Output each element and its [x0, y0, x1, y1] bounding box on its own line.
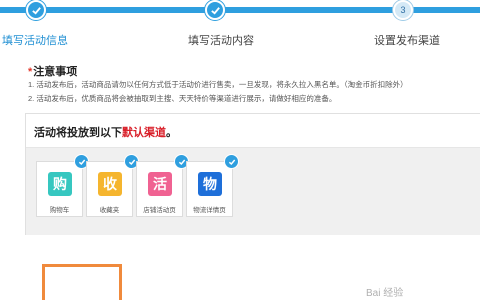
shop-activity-icon: 活: [148, 172, 172, 196]
notes-title-text: 注意事项: [33, 66, 78, 78]
highlight-annotation-box: [42, 264, 122, 300]
note-line-1: 1. 活动发布后，活动商品请勿以任何方式低于活动价进行售卖，一旦发现，将永久拉入…: [28, 80, 408, 89]
channels-title-suffix: 。: [166, 127, 177, 139]
step-3-number: 3: [393, 0, 413, 20]
step-2-label[interactable]: 填写活动内容: [188, 32, 254, 48]
channels-panel: 活动将投放到以下默认渠道。 购 购物车 收 收藏夹 活 店铺活动页 物 物流详情…: [25, 113, 480, 235]
selected-check-icon[interactable]: [224, 154, 239, 169]
publish-channel-page: 3 填写活动信息 填写活动内容 设置发布渠道 *注意事项 1. 活动发布后，活动…: [0, 0, 480, 300]
channel-card-label: 收藏夹: [99, 207, 120, 214]
channels-title-highlight: 默认渠道: [122, 127, 166, 139]
baidu-watermark: Bai 经验: [366, 288, 404, 299]
notes-title: *注意事项: [28, 63, 77, 79]
logistics-detail-icon: 物: [198, 172, 222, 196]
channel-card-logistics[interactable]: 物 物流详情页: [186, 154, 239, 217]
channels-title: 活动将投放到以下默认渠道。: [34, 124, 177, 140]
channels-panel-header: 活动将投放到以下默认渠道。: [26, 114, 480, 148]
channel-card-label: 购物车: [49, 207, 70, 214]
channel-card-cart[interactable]: 购 购物车: [36, 154, 89, 217]
note-line-2: 2. 活动发布后，优质商品将会被抽取到主搜、天天特价等渠道进行展示，请做好相应的…: [28, 94, 337, 103]
channel-card-favorites[interactable]: 收 收藏夹: [86, 154, 139, 217]
step-3-label: 设置发布渠道: [374, 35, 440, 47]
step-1-label[interactable]: 填写活动信息: [2, 32, 68, 48]
channel-card-label: 物流详情页: [193, 207, 226, 214]
favorites-icon: 收: [98, 172, 122, 196]
channels-title-prefix: 活动将投放到以下: [34, 127, 122, 139]
step-1-check-icon: [26, 0, 46, 20]
channel-card-label: 店铺活动页: [143, 207, 176, 214]
required-star: *: [28, 66, 33, 78]
channel-card-shop-activity[interactable]: 活 店铺活动页: [136, 154, 189, 217]
step-2-check-icon: [205, 0, 225, 20]
cart-icon: 购: [48, 172, 72, 196]
